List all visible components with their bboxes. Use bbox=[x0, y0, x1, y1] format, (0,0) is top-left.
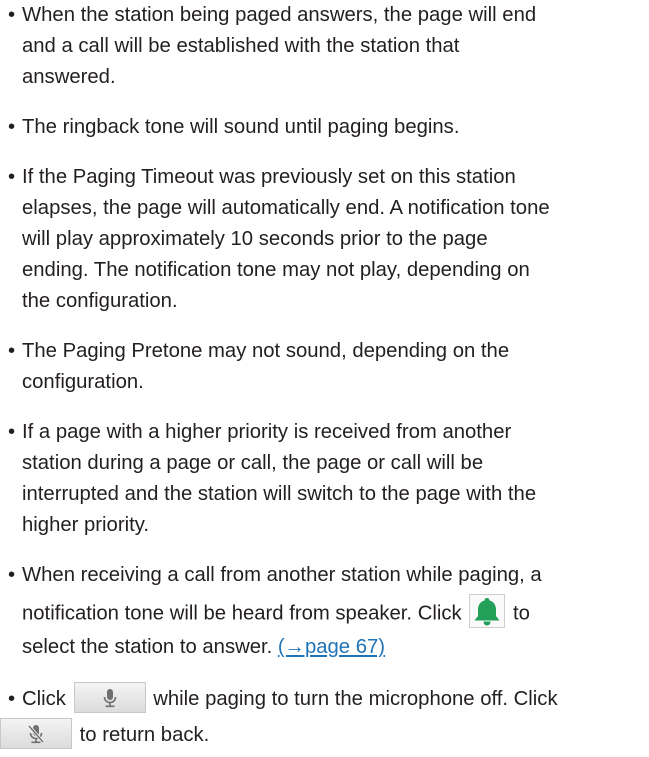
text-segment: Click bbox=[22, 688, 66, 710]
text-line: If a page with a higher priority is rece… bbox=[22, 421, 512, 443]
microphone-icon bbox=[103, 688, 116, 707]
microphone-off-button[interactable] bbox=[0, 718, 72, 750]
text-line: will play approximately 10 seconds prior… bbox=[22, 228, 488, 250]
microphone-off-icon bbox=[27, 724, 45, 743]
list-item: • The Paging Pretone may not sound, depe… bbox=[0, 336, 644, 398]
list-item: • If the Paging Timeout was previously s… bbox=[0, 162, 644, 317]
bullet-marker: • bbox=[8, 564, 16, 586]
page-link[interactable]: (→page 67) bbox=[278, 636, 385, 658]
bell-icon bbox=[474, 598, 500, 626]
text-line: select the station to answer. (→page 67) bbox=[22, 632, 385, 663]
list-item: • When receiving a call from another sta… bbox=[0, 560, 644, 665]
bell-button[interactable] bbox=[469, 594, 506, 628]
text-line: station during a page or call, the page … bbox=[22, 452, 484, 474]
text-line: notification tone will be heard from spe… bbox=[22, 594, 530, 631]
text-line: When receiving a call from another stati… bbox=[22, 564, 542, 586]
microphone-on-button[interactable] bbox=[73, 682, 146, 714]
text-line: interrupted and the station will switch … bbox=[22, 483, 537, 505]
list-item: • The ringback tone will sound until pag… bbox=[0, 112, 644, 143]
text-segment: to return back. bbox=[79, 724, 210, 746]
text-segment: to bbox=[512, 602, 530, 625]
text-line: to return back. bbox=[0, 718, 210, 751]
bullet-marker: • bbox=[8, 340, 16, 362]
text-line: ending. The notification tone may not pl… bbox=[22, 259, 530, 281]
text-segment: while paging to turn the microphone off.… bbox=[153, 688, 558, 710]
bullet-marker: • bbox=[8, 4, 16, 26]
text-line: and a call will be established with the … bbox=[22, 35, 460, 57]
list-item: • When the station being paged answers, … bbox=[0, 0, 644, 92]
text-line: the configuration. bbox=[22, 290, 178, 312]
text-line: If the Paging Timeout was previously set… bbox=[22, 166, 516, 188]
text-line: When the station being paged answers, th… bbox=[22, 4, 537, 26]
text-line: answered. bbox=[22, 66, 116, 88]
text-segment: notification tone will be heard from spe… bbox=[22, 602, 462, 625]
text-line: The ringback tone will sound until pagin… bbox=[22, 116, 460, 138]
bullet-marker: • bbox=[8, 421, 16, 443]
text-segment: select the station to answer. bbox=[22, 636, 273, 658]
bullet-marker: • bbox=[8, 688, 16, 710]
bullet-marker: • bbox=[8, 166, 16, 188]
text-line: The Paging Pretone may not sound, depend… bbox=[22, 340, 510, 362]
text-line: higher priority. bbox=[22, 514, 149, 536]
list-item: • If a page with a higher priority is re… bbox=[0, 417, 644, 541]
list-item: • Click while paging to turn the microph… bbox=[0, 682, 644, 754]
bullet-marker: • bbox=[8, 116, 16, 138]
text-line: Click while paging to turn the microphon… bbox=[22, 682, 558, 715]
text-line: elapses, the page will automatically end… bbox=[22, 197, 550, 219]
text-line: configuration. bbox=[22, 371, 144, 393]
